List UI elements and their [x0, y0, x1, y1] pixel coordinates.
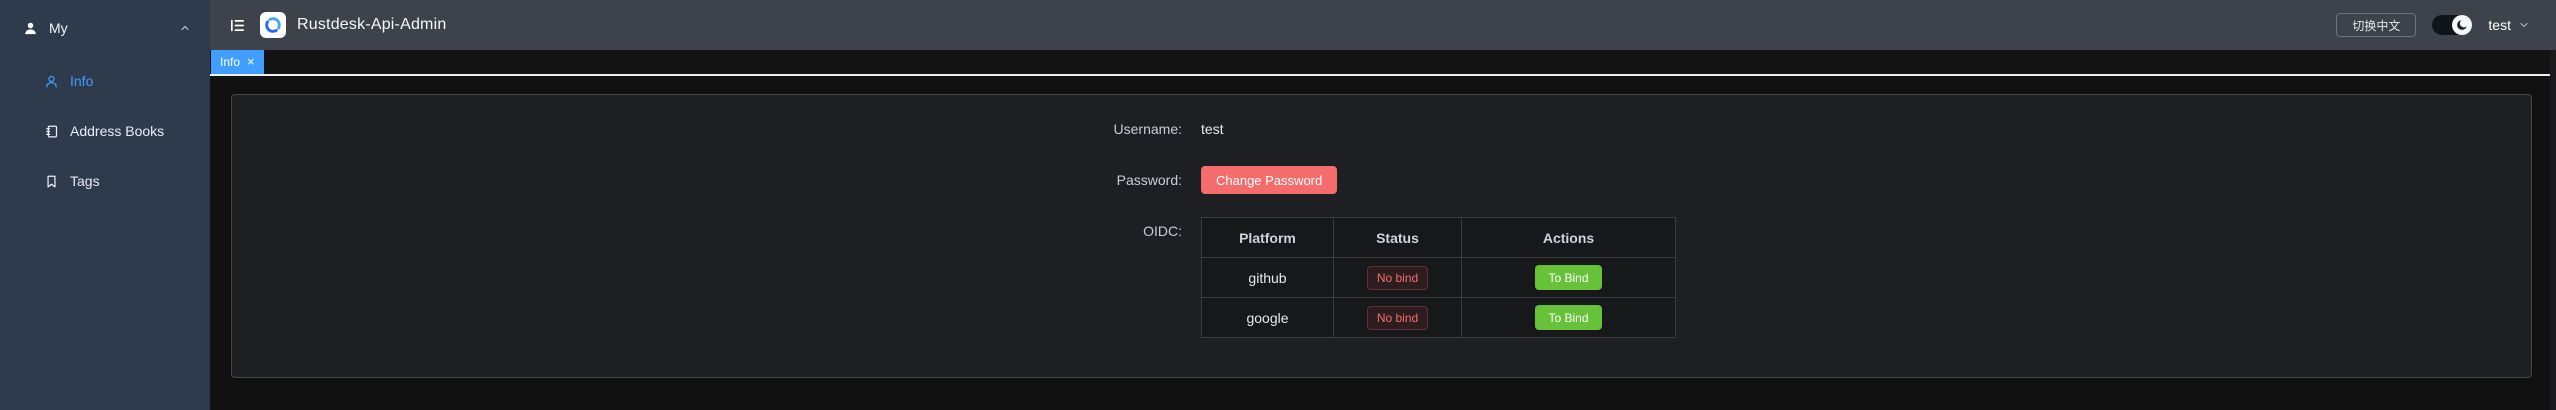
- username-row: Username: test: [1085, 115, 1676, 143]
- platform-column-header: Platform: [1202, 218, 1334, 258]
- actions-cell: To Bind: [1462, 298, 1676, 338]
- username-label: Username:: [1085, 115, 1201, 143]
- change-password-button[interactable]: Change Password: [1201, 166, 1337, 194]
- dark-mode-toggle[interactable]: [2432, 15, 2472, 35]
- tab-bar: Info ×: [210, 50, 2556, 76]
- to-bind-button[interactable]: To Bind: [1535, 305, 1601, 330]
- scrollbar-track[interactable]: [2550, 50, 2556, 410]
- oidc-row: OIDC: Platform Status Actions github: [1085, 217, 1676, 338]
- sidebar-item-tags[interactable]: Tags: [0, 156, 210, 206]
- user-menu[interactable]: test: [2488, 17, 2530, 33]
- topbar-right: 切换中文 test: [2336, 13, 2530, 37]
- sidebar-group-my[interactable]: My: [0, 0, 210, 56]
- sidebar-item-address-books[interactable]: Address Books: [0, 106, 210, 156]
- app-title: Rustdesk-Api-Admin: [297, 16, 446, 34]
- actions-column-header: Actions: [1462, 218, 1676, 258]
- platform-cell: github: [1202, 258, 1334, 298]
- status-cell: No bind: [1334, 298, 1462, 338]
- oidc-label: OIDC:: [1085, 217, 1201, 245]
- top-navbar: Rustdesk-Api-Admin 切换中文 test: [210, 0, 2556, 50]
- rustdesk-logo: [260, 12, 286, 38]
- moon-icon: [2452, 15, 2472, 35]
- table-header-row: Platform Status Actions: [1202, 218, 1676, 258]
- switch-language-button[interactable]: 切换中文: [2336, 13, 2416, 37]
- menu-fold-icon[interactable]: [229, 17, 246, 34]
- sidebar-item-label: Address Books: [70, 123, 164, 139]
- password-label: Password:: [1085, 166, 1201, 194]
- password-row: Password: Change Password: [1085, 166, 1676, 194]
- status-column-header: Status: [1334, 218, 1462, 258]
- oidc-table: Platform Status Actions github No bind: [1201, 217, 1676, 338]
- status-cell: No bind: [1334, 258, 1462, 298]
- table-row: google No bind To Bind: [1202, 298, 1676, 338]
- sidebar-group-label: My: [49, 20, 68, 36]
- bookmark-icon: [44, 174, 59, 189]
- to-bind-button[interactable]: To Bind: [1535, 265, 1601, 290]
- table-row: github No bind To Bind: [1202, 258, 1676, 298]
- username-value: test: [1201, 115, 1224, 143]
- actions-cell: To Bind: [1462, 258, 1676, 298]
- close-icon[interactable]: ×: [247, 56, 255, 68]
- user-filled-icon: [23, 21, 38, 36]
- sidebar-item-info[interactable]: Info: [0, 56, 210, 106]
- notebook-icon: [44, 124, 59, 139]
- sidebar: My Info Address Books Tags: [0, 0, 210, 410]
- status-badge: No bind: [1367, 266, 1428, 290]
- chevron-down-icon: [2518, 19, 2530, 31]
- user-outline-icon: [44, 74, 59, 89]
- user-menu-label: test: [2488, 17, 2511, 33]
- info-panel: Username: test Password: Change Password…: [231, 94, 2532, 378]
- sidebar-item-label: Tags: [70, 173, 100, 189]
- main-content: Username: test Password: Change Password…: [210, 76, 2556, 410]
- user-info-form: Username: test Password: Change Password…: [1085, 115, 1676, 361]
- sidebar-item-label: Info: [70, 73, 93, 89]
- tab-info[interactable]: Info ×: [211, 50, 264, 74]
- chevron-up-icon: [179, 22, 191, 34]
- status-badge: No bind: [1367, 306, 1428, 330]
- tab-label: Info: [220, 55, 240, 69]
- platform-cell: google: [1202, 298, 1334, 338]
